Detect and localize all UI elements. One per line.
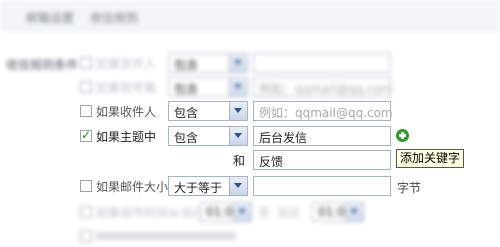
sender-checkbox[interactable] [80,57,92,69]
time-label: 如果收件时间从当日 [96,206,205,220]
header-crumb-right: 收信规则 [90,11,139,25]
header-crumb-left: 邮箱设置 [26,11,75,25]
size-checkbox[interactable] [80,180,92,192]
chevron-down-icon [229,102,247,120]
time-mid-label: 至 [258,206,271,220]
top-bar: 邮箱设置 收信规则 [0,0,500,31]
subject-keyword-value: 后台发信 [259,131,308,145]
recipient-checkbox[interactable] [80,105,92,117]
add-keyword-tooltip: 添加关键字 [396,149,465,168]
subject-keyword-value-2: 反馈 [259,155,284,169]
recipient-operator-select[interactable]: 包含 [168,101,248,121]
recipient-blurred-checkbox[interactable] [80,81,92,93]
rule-row-time: 如果收件时间从当日 01:00 至 当日 01:00 [0,201,500,223]
extra-placeholder-bar [96,232,236,240]
recipient-operator-value: 包含 [174,106,199,120]
and-conjunction-label: 和 [233,154,246,168]
recipient-placeholder: 例如：qqmail@qq.com [259,106,393,120]
extra-checkbox[interactable] [80,230,92,242]
sender-operator-value: 包含 [174,58,199,72]
rule-row-extra [0,225,500,247]
chevron-down-icon [233,203,251,221]
chevron-down-icon [229,54,247,72]
sender-label: 如果发件人 [96,57,157,71]
rule-row-subject: 如果主题中 包含 后台发信 [0,125,500,147]
recipient-blurred-input[interactable]: 例如：qqmail@qq.com [253,77,393,97]
recipient-blurred-operator-value: 包含 [174,82,199,96]
subject-operator-select[interactable]: 包含 [168,126,248,146]
time-checkbox[interactable] [80,206,92,218]
chevron-down-icon [229,78,247,96]
sender-input[interactable] [253,53,391,73]
subject-keyword-input[interactable]: 后台发信 [253,126,391,146]
chevron-down-icon [229,177,247,195]
chevron-down-icon [345,203,363,221]
size-operator-select[interactable]: 大于等于 [168,176,248,196]
recipient-blurred-operator-select[interactable]: 包含 [168,77,248,97]
plus-circle-icon[interactable] [396,129,409,142]
subject-checkbox[interactable] [80,128,92,142]
recipient-label: 如果收件人 [96,105,157,119]
size-input[interactable] [253,176,391,196]
recipient-input[interactable]: 例如：qqmail@qq.com [253,101,393,121]
size-operator-value: 大于等于 [174,181,223,195]
time-day-label: 当日 [276,206,301,220]
size-unit-label: 字节 [397,181,422,195]
subject-keyword-input-2[interactable]: 反馈 [253,150,391,170]
time-from-select[interactable]: 01:00 [200,202,252,222]
recipient-blurred-label: 如果收件箱 [96,81,157,95]
subject-label: 如果主题中 [96,130,157,144]
time-to-select[interactable]: 01:00 [312,202,364,222]
subject-operator-value: 包含 [174,131,199,145]
rule-row-recipient: 如果收件人 包含 例如：qqmail@qq.com [0,100,500,122]
rule-row-size: 如果邮件大小 大于等于 字节 [0,175,500,197]
chevron-down-icon [229,127,247,145]
size-label: 如果邮件大小 [96,180,169,194]
sender-operator-select[interactable]: 包含 [168,53,248,73]
recipient-blurred-placeholder: 例如：qqmail@qq.com [259,82,393,96]
rule-row-recipient-blurred: 如果收件箱 包含 例如：qqmail@qq.com [0,76,500,98]
rule-row-sender: 如果发件人 包含 [0,52,500,74]
